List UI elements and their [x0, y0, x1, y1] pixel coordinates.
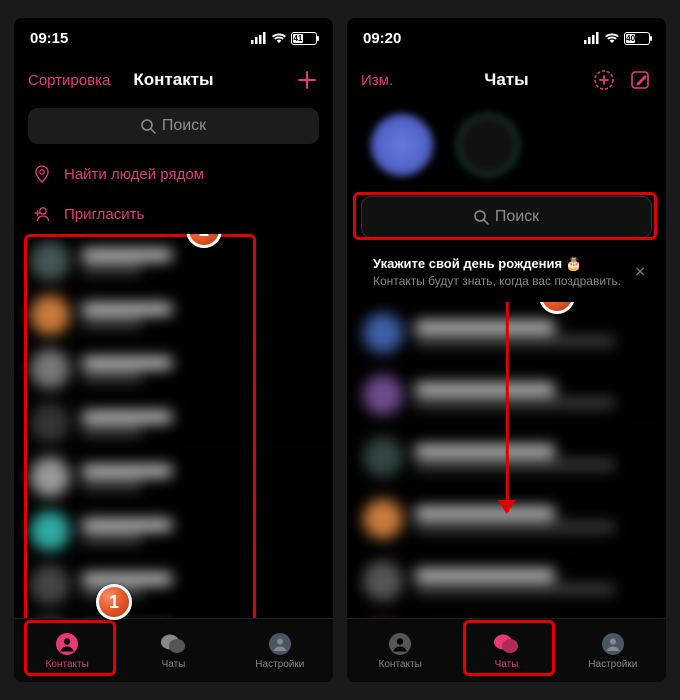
- camera-plus-icon: [593, 69, 615, 91]
- list-item[interactable]: [14, 288, 333, 342]
- list-item[interactable]: [14, 612, 333, 618]
- avatar: [363, 375, 403, 415]
- compose-button[interactable]: [628, 68, 652, 92]
- avatar: [363, 437, 403, 477]
- tab-chats-label: Чаты: [495, 659, 519, 670]
- status-time: 09:20: [363, 30, 401, 47]
- plus-icon: [296, 69, 318, 91]
- signal-icon: [584, 32, 600, 44]
- stories-row[interactable]: [347, 102, 666, 188]
- close-icon[interactable]: ✕: [634, 264, 646, 281]
- avatar: [30, 565, 70, 605]
- avatar: [363, 499, 403, 539]
- search-icon: [474, 210, 489, 225]
- tab-chats-label: Чаты: [162, 659, 186, 670]
- status-bar: 09:15 41: [14, 18, 333, 58]
- tab-bar: Контакты Чаты Настройки: [347, 618, 666, 682]
- tab-settings[interactable]: Настройки: [560, 619, 666, 682]
- search-icon: [141, 119, 156, 134]
- invite-icon: [32, 205, 52, 223]
- search-container: Поиск: [347, 188, 666, 246]
- birthday-title: Укажите свой день рождения 🎂: [373, 256, 622, 272]
- location-icon: [32, 165, 52, 183]
- tab-bar: Контакты Чаты Настройки: [14, 618, 333, 682]
- story-avatar[interactable]: [371, 114, 433, 176]
- signal-icon: [251, 32, 267, 44]
- tab-chats[interactable]: Чаты: [120, 619, 226, 682]
- avatar: [30, 349, 70, 389]
- avatar: [30, 511, 70, 551]
- list-item[interactable]: [14, 234, 333, 288]
- contacts-icon: [54, 631, 80, 657]
- chats-screen: 09:20 40 Изм. Чаты: [347, 18, 666, 682]
- list-item[interactable]: [14, 396, 333, 450]
- chats-icon: [493, 631, 519, 657]
- birthday-banner[interactable]: Укажите свой день рождения 🎂 Контакты бу…: [361, 248, 652, 296]
- status-time: 09:15: [30, 30, 68, 47]
- tab-contacts-label: Контакты: [46, 659, 89, 670]
- chats-icon: [160, 631, 186, 657]
- list-item[interactable]: [347, 612, 666, 618]
- list-item[interactable]: [14, 504, 333, 558]
- tab-contacts[interactable]: Контакты: [14, 619, 120, 682]
- invite-row[interactable]: Пригласить: [14, 194, 333, 234]
- navigation-bar: Изм. Чаты: [347, 58, 666, 102]
- page-title: Чаты: [461, 70, 552, 90]
- annotation-arrow: [506, 302, 509, 512]
- page-title: Контакты: [128, 70, 219, 90]
- list-item[interactable]: [347, 550, 666, 612]
- settings-icon: [600, 631, 626, 657]
- avatar: [30, 403, 70, 443]
- navigation-bar: Сортировка Контакты: [14, 58, 333, 102]
- search-placeholder: Поиск: [495, 208, 539, 226]
- avatar: [363, 313, 403, 353]
- contacts-list[interactable]: 2: [14, 234, 333, 618]
- find-nearby-row[interactable]: Найти людей рядом: [14, 154, 333, 194]
- chats-list[interactable]: 2: [347, 302, 666, 618]
- avatar: [30, 457, 70, 497]
- avatar: [30, 241, 70, 281]
- settings-icon: [267, 631, 293, 657]
- list-item[interactable]: [14, 342, 333, 396]
- tab-settings-label: Настройки: [588, 659, 637, 670]
- story-avatar[interactable]: [457, 114, 519, 176]
- wifi-icon: [604, 32, 620, 44]
- annotation-marker-1-left: 1: [96, 584, 132, 620]
- battery-icon: 41: [291, 32, 317, 45]
- avatar: [30, 295, 70, 335]
- contacts-icon: [387, 631, 413, 657]
- tab-settings-label: Настройки: [255, 659, 304, 670]
- compose-icon: [630, 70, 650, 90]
- tab-contacts-label: Контакты: [379, 659, 422, 670]
- wifi-icon: [271, 32, 287, 44]
- tab-contacts[interactable]: Контакты: [347, 619, 453, 682]
- search-placeholder: Поиск: [162, 117, 206, 135]
- add-button[interactable]: [295, 68, 319, 92]
- list-item[interactable]: [14, 450, 333, 504]
- new-story-button[interactable]: [592, 68, 616, 92]
- find-nearby-label: Найти людей рядом: [64, 166, 204, 183]
- tab-settings[interactable]: Настройки: [227, 619, 333, 682]
- contacts-screen: 09:15 41 Сортировка Контакты Поиск: [14, 18, 333, 682]
- sort-button[interactable]: Сортировка: [28, 72, 128, 89]
- birthday-subtitle: Контакты будут знать, когда вас поздрави…: [373, 274, 622, 288]
- invite-label: Пригласить: [64, 206, 144, 223]
- tab-chats[interactable]: Чаты: [453, 619, 559, 682]
- search-input[interactable]: Поиск: [28, 108, 319, 144]
- edit-button[interactable]: Изм.: [361, 72, 461, 89]
- status-bar: 09:20 40: [347, 18, 666, 58]
- battery-icon: 40: [624, 32, 650, 45]
- list-item[interactable]: [14, 558, 333, 612]
- search-input[interactable]: Поиск: [361, 196, 652, 238]
- avatar: [363, 561, 403, 601]
- battery-level: 41: [293, 34, 303, 43]
- battery-level: 40: [626, 34, 635, 43]
